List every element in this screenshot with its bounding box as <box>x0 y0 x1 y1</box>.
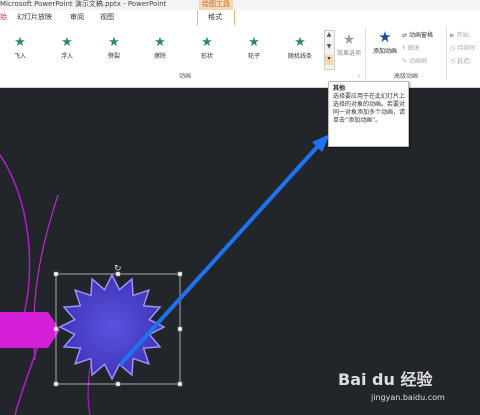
effect-options-label: 效果选项 <box>336 50 361 57</box>
animation-label: 随机线条 <box>287 53 312 60</box>
animation-pane-icon: ⇄ <box>402 32 408 39</box>
trigger-icon: ϟ <box>402 45 406 52</box>
group-label-animation: 动画 <box>178 73 191 80</box>
dialog-launcher-icon[interactable]: ⌟ <box>357 71 360 78</box>
animation-label: 飞入 <box>13 53 26 60</box>
effect-options-button[interactable]: ★ 效果选项 <box>334 32 364 64</box>
group-label-advanced: 高级动画 <box>393 73 418 80</box>
trigger-button[interactable]: ϟ 触发 <box>402 43 420 52</box>
tab-home-fragment[interactable]: 始 <box>0 12 7 22</box>
animation-label: 轮子 <box>247 53 260 60</box>
animation-float-in[interactable]: ★ 浮入 <box>47 36 87 66</box>
delay-label: 延迟: <box>457 58 472 65</box>
animation-wipe[interactable]: ★ 擦除 <box>140 36 180 66</box>
animation-fly-in[interactable]: ★ 飞入 <box>0 36 40 66</box>
ribbon-divider <box>446 28 447 80</box>
start-field[interactable]: ▶ 开始: <box>450 30 471 39</box>
animation-split[interactable]: ★ 劈裂 <box>94 36 134 66</box>
tooltip-body: 选择要应用于在此幻灯片上选择的对象的动画。若要对同一对象添加多个动画，请单击“添… <box>333 93 406 124</box>
green-star-icon: ★ <box>61 35 73 50</box>
decor-curve <box>14 339 41 415</box>
green-star-icon: ★ <box>201 35 213 50</box>
gallery-up-arrow-icon[interactable]: ▲ <box>325 31 333 41</box>
tab-format-label: 格式 <box>208 13 222 21</box>
animation-shape[interactable]: ★ 形状 <box>187 36 227 66</box>
tooltip-title: 其他 <box>333 85 346 92</box>
watermark-url: jingyan.baidu.com <box>371 393 445 402</box>
green-star-icon: ★ <box>108 35 120 50</box>
animation-pane-label: 动画窗格 <box>408 32 433 39</box>
duration-label: 持续时 <box>457 45 476 52</box>
animation-label: 形状 <box>200 53 213 60</box>
animation-label: 浮入 <box>60 53 73 60</box>
animation-random-bars[interactable]: ★ 随机线条 <box>280 36 320 66</box>
tab-review[interactable]: 审阅 <box>70 12 84 22</box>
clock-icon: ◷ <box>450 45 456 52</box>
animation-label: 劈裂 <box>107 53 120 60</box>
banner-shape[interactable] <box>0 312 60 348</box>
baidu-jingyan-logo: Bai du 经验 <box>338 370 433 389</box>
rotate-handle-icon[interactable]: ↻ <box>114 264 122 274</box>
start-icon: ▶ <box>450 32 455 39</box>
green-star-icon: ★ <box>248 35 260 50</box>
decor-curve <box>0 154 31 331</box>
window-title: Microsoft PowerPoint 演示文稿.pptx - PowerPo… <box>0 0 166 9</box>
gallery-down-arrow-icon[interactable]: ▼ <box>325 43 333 53</box>
add-animation-label: 添加动画 <box>372 48 397 55</box>
green-star-icon: ★ <box>154 35 166 50</box>
blue-arrow-line <box>118 144 320 367</box>
contextual-group-label: 绘图工具 <box>202 0 230 8</box>
animation-wheel[interactable]: ★ 轮子 <box>234 36 274 66</box>
blue-star-icon: ★ <box>378 28 392 46</box>
grey-star-icon: ★ <box>342 32 356 48</box>
green-star-icon: ★ <box>294 35 306 50</box>
green-star-icon: ★ <box>14 35 26 50</box>
start-label: 开始: <box>456 32 471 39</box>
trigger-label: 触发 <box>407 45 420 52</box>
brush-icon: ✎ <box>402 58 408 65</box>
animation-pane-button[interactable]: ⇄ 动画窗格 <box>402 30 433 39</box>
tab-slideshow[interactable]: 幻灯片放映 <box>17 12 52 22</box>
animation-label: 擦除 <box>153 53 166 60</box>
animation-painter-button[interactable]: ✎ 动画刷 <box>402 56 427 65</box>
tab-view[interactable]: 视图 <box>100 12 114 22</box>
duration-field[interactable]: ◷ 持续时 <box>450 43 475 52</box>
add-animation-button[interactable]: ★ 添加动画 <box>366 28 404 70</box>
starburst-shape[interactable] <box>58 273 166 381</box>
gallery-more-icon[interactable]: ▾ <box>325 55 333 65</box>
delay-field[interactable]: ◷ 延迟: <box>450 56 471 65</box>
window-title-prefix: Microsoft PowerPoint <box>0 0 73 8</box>
delay-icon: ◷ <box>450 58 456 65</box>
animation-painter-label: 动画刷 <box>408 58 427 65</box>
window-title-doc: 演示文稿.pptx - PowerPoint <box>74 0 167 8</box>
